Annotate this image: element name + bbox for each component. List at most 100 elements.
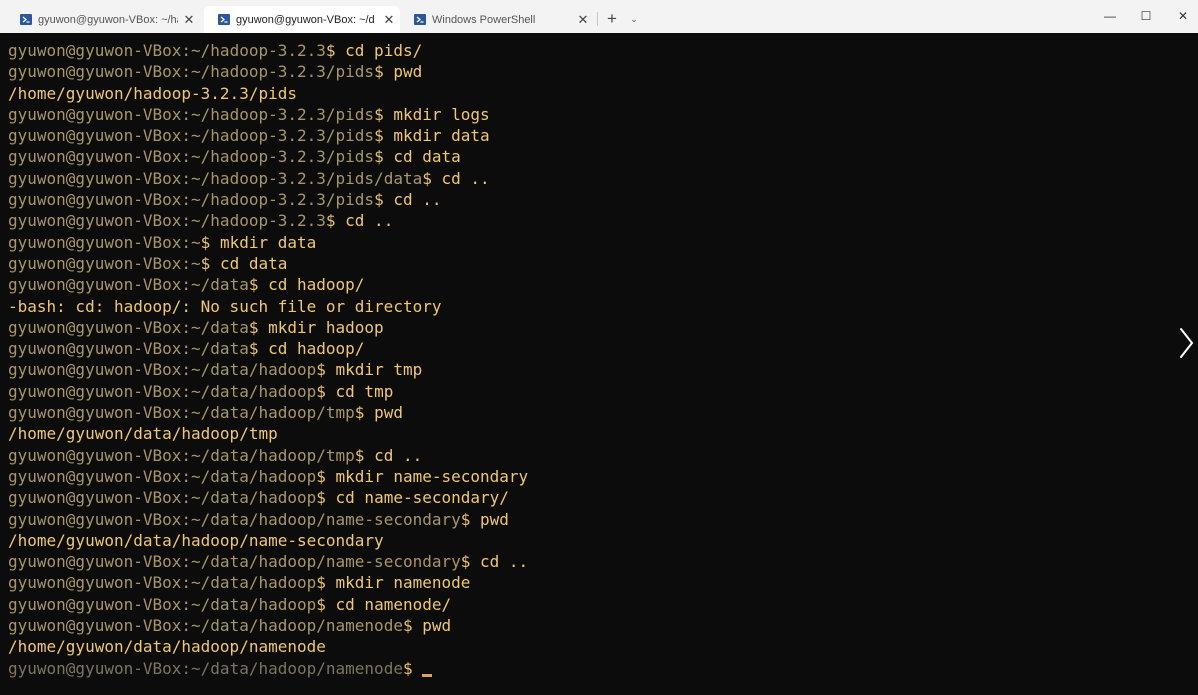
close-tab-icon[interactable]: ✕ <box>378 12 400 28</box>
prompt-userhost: gyuwon@gyuwon-VBox <box>8 594 182 614</box>
prompt-symbol: $ <box>460 552 481 572</box>
prompt-separator: : <box>181 317 192 337</box>
prompt-path: ~/data/hadoop <box>191 466 317 486</box>
prompt-path: ~/hadoop-3.2.3/pids <box>191 62 375 82</box>
prompt-line: gyuwon@gyuwon-VBox:~/hadoop-3.2.3/pids/d… <box>8 168 528 189</box>
prompt-userhost: gyuwon@gyuwon-VBox <box>8 232 182 252</box>
prompt-line: gyuwon@gyuwon-VBox:~/data/hadoop/name-se… <box>8 551 528 572</box>
output-text: -bash: cd: hadoop/: No such file or dire… <box>8 296 442 316</box>
prompt-userhost: gyuwon@gyuwon-VBox <box>8 616 182 636</box>
prompt-path: ~/hadoop-3.2.3 <box>191 211 326 231</box>
prompt-userhost: gyuwon@gyuwon-VBox <box>8 339 182 359</box>
command-text: pwd <box>422 616 452 636</box>
command-text: mkdir logs <box>393 104 490 124</box>
output-text: /home/gyuwon/data/hadoop/namenode <box>8 637 326 657</box>
prompt-path: ~/data/hadoop <box>191 381 317 401</box>
command-text: pwd <box>480 509 509 529</box>
prompt-symbol: $ <box>316 360 336 380</box>
chevron-down-icon[interactable]: ⌄ <box>626 8 642 30</box>
prompt-path: ~/data/hadoop <box>191 573 317 593</box>
prompt-separator: : <box>181 360 192 380</box>
prompt-userhost: gyuwon@gyuwon-VBox <box>8 381 182 401</box>
prompt-path: ~/data/hadoop/tmp <box>191 403 355 423</box>
output-text: /home/gyuwon/hadoop-3.2.3/pids <box>8 83 297 103</box>
command-text: mkdir name-secondary <box>335 466 529 486</box>
prompt-symbol: $ <box>374 62 394 82</box>
new-tab-button[interactable]: + <box>601 8 623 30</box>
prompt-path: ~/data/hadoop/namenode <box>191 658 403 678</box>
prompt-symbol: $ <box>316 594 336 614</box>
prompt-path: ~/data <box>191 317 249 337</box>
prompt-userhost: gyuwon@gyuwon-VBox <box>8 360 182 380</box>
prompt-separator: : <box>181 488 192 508</box>
tab-3[interactable]: Windows PowerShell ✕ <box>400 6 594 33</box>
prompt-symbol: $ <box>248 275 269 295</box>
prompt-separator: : <box>181 445 192 465</box>
terminal-output-line: /home/gyuwon/data/hadoop/name-secondary <box>8 530 528 551</box>
tab-2[interactable]: gyuwon@gyuwon-VBox: ~/d ✕ <box>204 6 400 33</box>
prompt-separator: : <box>181 616 192 636</box>
close-tab-icon[interactable]: ✕ <box>178 12 200 28</box>
terminal-area[interactable]: gyuwon@gyuwon-VBox:~/hadoop-3.2.3$ cd pi… <box>0 33 1198 695</box>
terminal-output: gyuwon@gyuwon-VBox:~/hadoop-3.2.3$ cd pi… <box>8 40 528 679</box>
prompt-line: gyuwon@gyuwon-VBox:~/data/hadoop$ cd nam… <box>8 487 528 508</box>
prompt-symbol: $ <box>248 339 269 359</box>
prompt-userhost: gyuwon@gyuwon-VBox <box>8 403 182 423</box>
prompt-symbol: $ <box>460 509 481 529</box>
prompt-line: gyuwon@gyuwon-VBox:~/data/hadoop$ cd nam… <box>8 594 528 615</box>
prompt-separator: : <box>181 381 192 401</box>
prompt-separator: : <box>181 253 192 273</box>
prompt-line: gyuwon@gyuwon-VBox:~/hadoop-3.2.3/pids$ … <box>8 146 528 167</box>
prompt-line: gyuwon@gyuwon-VBox:~/hadoop-3.2.3$ cd pi… <box>8 40 528 61</box>
prompt-line: gyuwon@gyuwon-VBox:~$ mkdir data <box>8 232 528 253</box>
prompt-symbol: $ <box>354 403 375 423</box>
prompt-userhost: gyuwon@gyuwon-VBox <box>8 168 182 188</box>
prompt-userhost: gyuwon@gyuwon-VBox <box>8 147 182 167</box>
terminal-output-line: /home/gyuwon/data/hadoop/namenode <box>8 636 528 657</box>
maximize-button[interactable]: ☐ <box>1127 0 1165 33</box>
chevron-right-icon[interactable] <box>1176 326 1196 360</box>
prompt-line: gyuwon@gyuwon-VBox:~/data/hadoop/tmp$ pw… <box>8 402 528 423</box>
text-cursor <box>422 673 433 677</box>
prompt-line: gyuwon@gyuwon-VBox:~/hadoop-3.2.3/pids$ … <box>8 104 528 125</box>
command-text: mkdir tmp <box>335 360 423 380</box>
prompt-line: gyuwon@gyuwon-VBox:~/data/hadoop$ mkdir … <box>8 466 528 487</box>
tab-1[interactable]: gyuwon@gyuwon-VBox: ~/ha ✕ <box>6 6 200 33</box>
command-text: mkdir hadoop <box>268 317 384 337</box>
powershell-icon <box>20 14 32 25</box>
command-text: pwd <box>393 62 423 82</box>
prompt-userhost: gyuwon@gyuwon-VBox <box>8 658 182 678</box>
tab-label: gyuwon@gyuwon-VBox: ~/ha <box>38 13 178 26</box>
prompt-symbol: $ <box>374 104 394 124</box>
output-text: /home/gyuwon/data/hadoop/tmp <box>8 424 278 444</box>
prompt-separator: : <box>181 104 192 124</box>
prompt-path: ~/data/hadoop/name-secondary <box>191 552 461 572</box>
prompt-separator: : <box>181 190 192 210</box>
prompt-path: ~/data/hadoop/tmp <box>191 445 355 465</box>
tab-divider <box>597 12 598 26</box>
window-close-button[interactable]: ✕ <box>1164 0 1198 33</box>
prompt-line: gyuwon@gyuwon-VBox:~/data/hadoop/tmp$ cd… <box>8 445 528 466</box>
powershell-icon <box>218 14 230 25</box>
prompt-symbol: $ <box>248 317 269 337</box>
prompt-line: gyuwon@gyuwon-VBox:~/data/hadoop/namenod… <box>8 615 528 636</box>
prompt-userhost: gyuwon@gyuwon-VBox <box>8 445 182 465</box>
prompt-userhost: gyuwon@gyuwon-VBox <box>8 573 182 593</box>
prompt-path: ~/hadoop-3.2.3/pids <box>191 104 375 124</box>
prompt-separator: : <box>181 573 192 593</box>
prompt-path: ~ <box>191 253 201 273</box>
minimize-button[interactable]: — <box>1091 0 1129 33</box>
prompt-separator: : <box>181 147 192 167</box>
prompt-path: ~ <box>191 232 201 252</box>
command-text: mkdir data <box>219 232 317 252</box>
command-text: cd hadoop/ <box>268 339 365 359</box>
close-tab-icon[interactable]: ✕ <box>572 12 594 28</box>
command-text: cd tmp <box>335 381 394 401</box>
prompt-separator: : <box>181 41 192 60</box>
prompt-symbol: $ <box>316 573 336 593</box>
prompt-line: gyuwon@gyuwon-VBox:~/data/hadoop/name-se… <box>8 509 528 530</box>
prompt-path: ~/data/hadoop/name-secondary <box>191 509 461 529</box>
terminal-window: gyuwon@gyuwon-VBox: ~/ha ✕ gyuwon@gyuwon… <box>0 0 1198 695</box>
prompt-separator: : <box>181 232 192 252</box>
prompt-line: gyuwon@gyuwon-VBox:~/data$ cd hadoop/ <box>8 338 528 359</box>
